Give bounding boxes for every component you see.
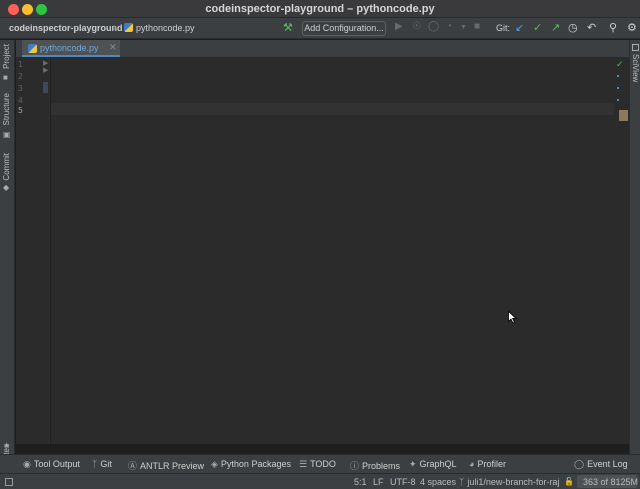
editor-tab-pythoncode[interactable]: pythoncode.py ✕ <box>22 40 120 57</box>
tool-output-icon: ◉ <box>23 459 31 469</box>
git-rollback-icon[interactable]: ↶ <box>587 21 596 34</box>
python-packages-button[interactable]: ◈ Python Packages <box>211 459 291 470</box>
problems-button[interactable]: ⓘ Problems <box>350 459 400 472</box>
stop-icon[interactable]: ■ <box>474 21 480 32</box>
close-tab-icon[interactable]: ✕ <box>109 42 117 53</box>
tool-output-label: Tool Output <box>33 459 80 469</box>
git-tool-label: Git <box>100 459 112 469</box>
sciview-icon <box>632 44 639 51</box>
event-log-label: Event Log <box>587 459 628 469</box>
graphql-button[interactable]: ✦ GraphQL <box>409 459 457 470</box>
python-packages-icon: ◈ <box>211 459 218 469</box>
breadcrumb-file[interactable]: pythoncode.py <box>124 23 195 33</box>
profile-icon[interactable]: ◔ <box>446 21 452 32</box>
bottom-tool-bar: ◉ Tool Output ᛉ Git Ⓐ ANTLR Preview ◈ Python… <box>0 454 640 473</box>
editor-tab-label: pythoncode.py <box>40 43 99 53</box>
title-bar: codeinspector-playground – pythoncode.py <box>0 0 640 18</box>
search-icon[interactable]: ⚲ <box>609 21 617 34</box>
problems-label: Problems <box>362 461 401 471</box>
git-commit-icon[interactable]: ✓ <box>533 21 542 34</box>
breadcrumb-file-label: pythoncode.py <box>136 23 195 33</box>
python-packages-label: Python Packages <box>220 459 291 469</box>
mouse-pointer-icon <box>508 311 517 324</box>
code-editor[interactable] <box>51 58 614 444</box>
tab-structure[interactable]: Structure <box>2 93 11 125</box>
profiler-icon: ◕ <box>469 459 475 469</box>
profiler-label: Profiler <box>477 459 506 469</box>
line-number: 1 <box>18 60 23 69</box>
scroll-marker <box>617 87 619 89</box>
line-number: 3 <box>18 84 23 93</box>
todo-label: TODO <box>310 459 336 469</box>
git-branch-widget[interactable]: ᛉ juli1/new-branch-for-raj <box>459 477 559 487</box>
antlr-preview-button[interactable]: Ⓐ ANTLR Preview <box>128 459 204 472</box>
run-icon[interactable]: ▶ <box>395 21 403 32</box>
left-tool-strip: Project ■ Structure ▣ Commit ◆ Favorites <box>0 40 15 477</box>
python-file-icon <box>28 44 37 53</box>
line-number: 2 <box>18 72 23 81</box>
favorites-star-icon: ★ <box>3 441 11 450</box>
navigation-toolbar: codeinspector-playground › pythoncode.py… <box>0 18 640 39</box>
antlr-preview-label: ANTLR Preview <box>140 461 205 471</box>
git-tool-button[interactable]: ᛉ Git <box>92 459 112 469</box>
problems-icon: ⓘ <box>350 461 360 471</box>
git-label: Git: <box>496 23 511 33</box>
line-number: 4 <box>18 96 23 105</box>
scroll-marker <box>617 99 619 101</box>
graphql-icon: ✦ <box>409 459 417 469</box>
lock-icon[interactable]: 🔓 <box>564 477 574 486</box>
add-configuration-button[interactable]: Add Configuration... <box>302 21 386 36</box>
git-branch-label: juli1/new-branch-for-raj <box>467 477 560 487</box>
graphql-label: GraphQL <box>419 459 457 469</box>
debug-icon[interactable]: ☉ <box>412 21 421 32</box>
indent-setting[interactable]: 4 spaces <box>420 477 456 487</box>
tab-sciview[interactable]: SciView <box>631 54 640 82</box>
scroll-marker <box>617 75 619 77</box>
todo-button[interactable]: ☰ TODO <box>299 459 336 470</box>
coverage-icon[interactable]: ◯ <box>428 21 439 32</box>
current-line-highlight <box>51 103 614 115</box>
antlr-icon: Ⓐ <box>128 461 138 471</box>
caret-position[interactable]: 5:1 <box>354 477 367 487</box>
line-separator[interactable]: LF <box>373 477 384 487</box>
editor-scroll-strip[interactable]: ✓ <box>614 58 629 444</box>
event-log-button[interactable]: ◯ Event Log <box>574 459 628 470</box>
python-file-icon <box>124 23 133 32</box>
breadcrumb-separator: › <box>113 22 117 33</box>
git-update-icon[interactable]: ↙ <box>515 21 524 34</box>
tab-commit[interactable]: Commit <box>2 153 11 181</box>
line-number-current: 5 <box>18 106 23 115</box>
more-run-options-icon[interactable]: ▼ <box>460 24 467 31</box>
scroll-thumb[interactable] <box>619 110 628 121</box>
git-branch-icon: ᛉ <box>92 459 98 469</box>
vcs-change-marker[interactable] <box>43 82 48 93</box>
profiler-button[interactable]: ◕ Profiler <box>469 459 506 469</box>
breadcrumb-project[interactable]: codeinspector-playground <box>9 23 123 33</box>
build-hammer-icon[interactable]: ⚒ <box>283 21 293 34</box>
settings-gear-icon[interactable]: ⚙ <box>627 21 637 34</box>
fold-marker-icon[interactable]: ▶ <box>43 66 48 74</box>
todo-icon: ☰ <box>299 459 308 469</box>
memory-usage: 363 of 8125M <box>583 477 639 487</box>
window-title: codeinspector-playground – pythoncode.py <box>205 3 435 15</box>
event-log-icon: ◯ <box>574 459 585 469</box>
line-number-gutter: 1 2 3 4 5 ▶ ▶ <box>16 58 50 444</box>
git-history-icon[interactable]: ◷ <box>568 21 578 34</box>
right-tool-strip: SciView <box>629 40 640 454</box>
inspection-ok-check-icon[interactable]: ✓ <box>616 59 624 70</box>
tab-project[interactable]: Project <box>2 44 11 69</box>
editor-tab-bar: pythoncode.py ✕ <box>16 40 629 58</box>
toggle-tool-windows-icon[interactable] <box>5 478 13 486</box>
structure-icon: ▣ <box>3 130 11 139</box>
git-branch-icon: ᛉ <box>459 477 465 487</box>
tool-output-button[interactable]: ◉ Tool Output <box>23 459 80 470</box>
file-encoding[interactable]: UTF-8 <box>390 477 416 487</box>
folder-icon: ■ <box>3 73 8 82</box>
commit-icon: ◆ <box>3 183 10 192</box>
git-push-icon[interactable]: ↗ <box>551 21 560 34</box>
status-bar: 5:1 LF UTF-8 4 spaces ᛉ juli1/new-branch-… <box>0 473 640 489</box>
